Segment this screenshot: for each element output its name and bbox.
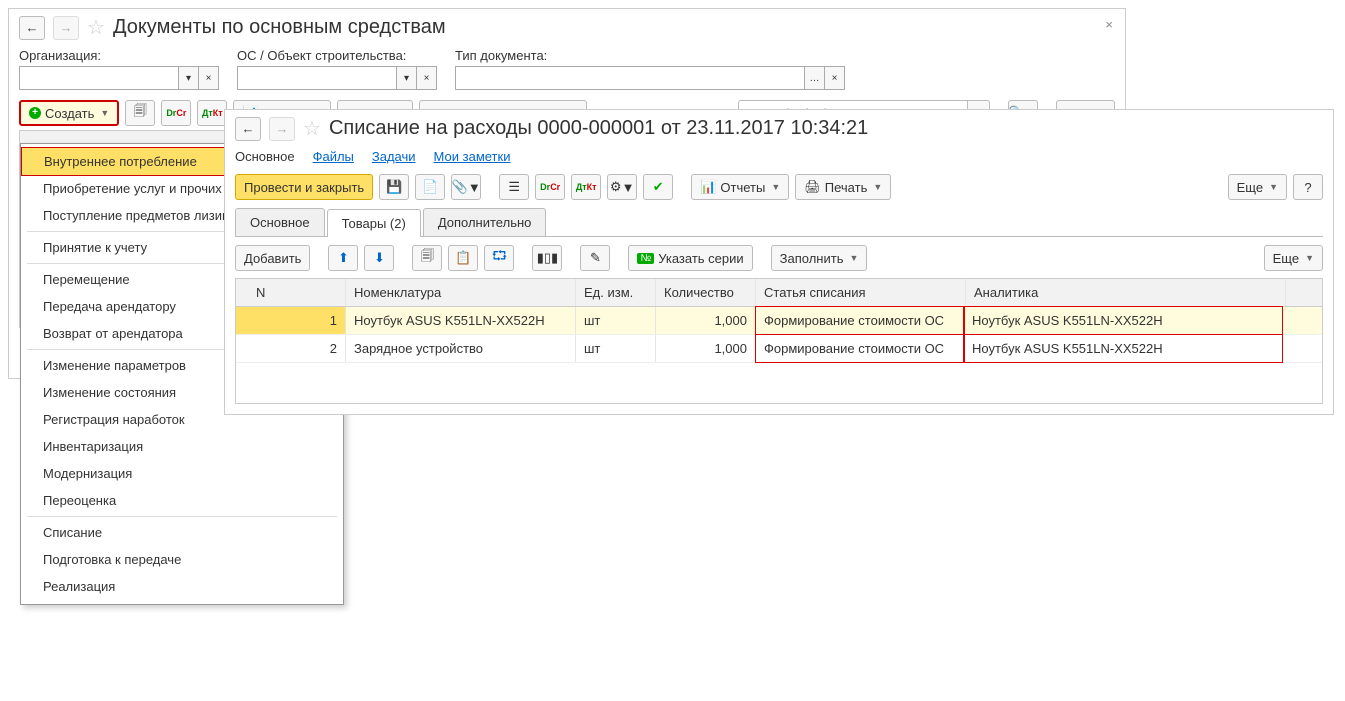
create-button[interactable]: +Создать▼ <box>19 100 119 126</box>
dd-item[interactable]: Реализация <box>21 573 343 600</box>
clear-icon[interactable]: × <box>199 66 219 90</box>
post-close-button[interactable]: Провести и закрыть <box>235 174 373 200</box>
add-button[interactable]: Добавить <box>235 245 310 271</box>
dd-item[interactable]: Переоценка <box>21 487 343 514</box>
tab-main[interactable]: Основное <box>235 208 325 236</box>
window-writeoff: ← → ☆ Списание на расходы 0000-000001 от… <box>224 109 1334 415</box>
plus-icon: + <box>29 107 41 119</box>
tab-extra[interactable]: Дополнительно <box>423 208 547 236</box>
move-up-button[interactable]: ⬆ <box>328 245 358 271</box>
star-icon[interactable]: ☆ <box>87 15 105 40</box>
dropdown-icon[interactable]: ▾ <box>397 66 417 90</box>
link-notes[interactable]: Мои заметки <box>434 149 511 164</box>
print-button[interactable]: 🖨 Печать▼ <box>795 174 891 200</box>
star-icon[interactable]: ☆ <box>303 116 321 141</box>
link-main[interactable]: Основное <box>235 149 295 164</box>
filter-type-label: Тип документа: <box>455 48 845 63</box>
more-button[interactable]: Еще▼ <box>1228 174 1287 200</box>
filter-org-label: Организация: <box>19 48 219 63</box>
link-tasks[interactable]: Задачи <box>372 149 416 164</box>
drcr-button[interactable]: DrCr <box>535 174 565 200</box>
col-n[interactable]: N <box>236 279 346 306</box>
ellipsis-icon[interactable]: … <box>805 66 825 90</box>
clear-icon[interactable]: × <box>417 66 437 90</box>
dtkt-button[interactable]: ДтКт <box>571 174 601 200</box>
dd-item[interactable]: Подготовка к передаче <box>21 546 343 573</box>
dtkt-button[interactable]: ДтКт <box>197 100 227 126</box>
copy-button[interactable]: 🗐 <box>125 100 155 126</box>
tab-goods[interactable]: Товары (2) <box>327 209 421 237</box>
col-qty[interactable]: Количество <box>656 279 756 306</box>
link-files[interactable]: Файлы <box>313 149 354 164</box>
copy-row-button[interactable]: 🗐 <box>412 245 442 271</box>
filter-os-label: ОС / Объект строительства: <box>237 48 437 63</box>
fill-button[interactable]: Заполнить▼ <box>771 245 868 271</box>
page-title: Списание на расходы 0000-000001 от 23.11… <box>329 117 868 140</box>
dropdown-icon[interactable]: ▾ <box>179 66 199 90</box>
page-title: Документы по основным средствам <box>113 16 446 39</box>
help-button[interactable]: ? <box>1293 174 1323 200</box>
clear-icon[interactable]: × <box>825 66 845 90</box>
dd-item[interactable]: Инвентаризация <box>21 433 343 460</box>
series-button[interactable]: № Указать серии <box>628 245 752 271</box>
forward-button: → <box>269 117 295 141</box>
col-analytics[interactable]: Аналитика <box>966 279 1286 306</box>
col-unit[interactable]: Ед. изм. <box>576 279 656 306</box>
approve-button[interactable]: ✔ <box>643 174 673 200</box>
settings-button[interactable]: ⚙▼ <box>607 174 637 200</box>
table-row[interactable]: 2Зарядное устройствошт1,000Формирование … <box>236 335 1322 363</box>
barcode-button[interactable]: ▮▯▮ <box>532 245 562 271</box>
move-down-button[interactable]: ⬇ <box>364 245 394 271</box>
back-button[interactable]: ← <box>235 117 261 141</box>
filter-type-input[interactable] <box>455 66 805 90</box>
select-button[interactable]: ✎ <box>580 245 610 271</box>
more-button[interactable]: Еще▼ <box>1264 245 1323 271</box>
dd-item[interactable]: Модернизация <box>21 460 343 487</box>
table-row[interactable]: 1Ноутбук ASUS K551LN-XX522Hшт1,000Формир… <box>236 307 1322 335</box>
dd-item[interactable]: Списание <box>21 519 343 546</box>
structure-button[interactable]: ☰ <box>499 174 529 200</box>
filter-os-input[interactable] <box>237 66 397 90</box>
drcr-button[interactable]: DrCr <box>161 100 191 126</box>
close-icon[interactable]: × <box>1105 17 1113 32</box>
col-article[interactable]: Статья списания <box>756 279 966 306</box>
attach-button[interactable]: 📎▼ <box>451 174 481 200</box>
paste-row-button[interactable]: 📋 <box>448 245 478 271</box>
reports-button[interactable]: 📊 Отчеты▼ <box>691 174 789 200</box>
col-nomenclature[interactable]: Номенклатура <box>346 279 576 306</box>
share-button[interactable]: ⮔ <box>484 245 514 271</box>
forward-button: → <box>53 16 79 40</box>
save-button[interactable]: 💾 <box>379 174 409 200</box>
filter-org-input[interactable] <box>19 66 179 90</box>
post-button[interactable]: 📄 <box>415 174 445 200</box>
back-button[interactable]: ← <box>19 16 45 40</box>
